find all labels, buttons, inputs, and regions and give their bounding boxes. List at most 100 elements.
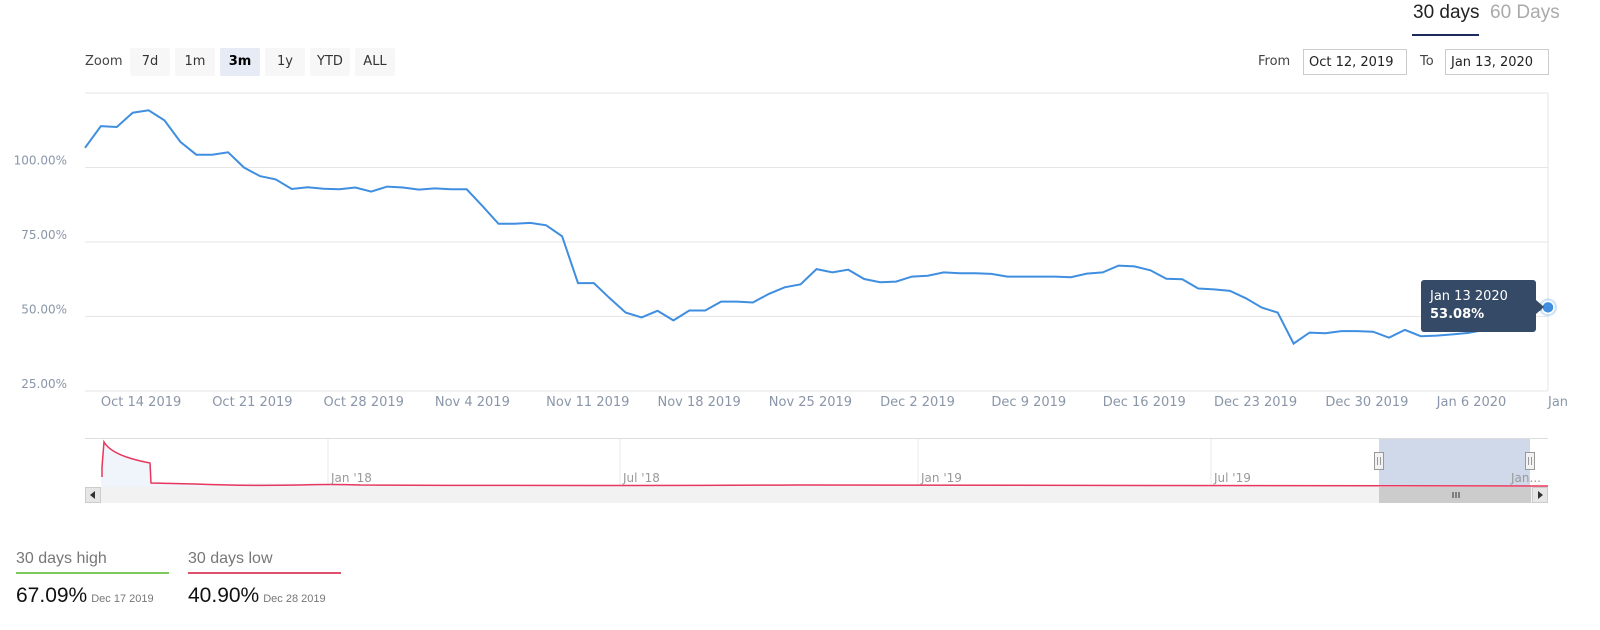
data-point[interactable] [174,136,186,148]
data-point[interactable] [111,121,123,133]
navigator-label: Jul '19 [1213,471,1251,485]
y-tick-label: 100.00% [14,154,67,168]
data-point[interactable] [79,142,91,154]
data-point[interactable] [1288,338,1300,350]
scrollbar-thumb[interactable] [1379,487,1531,503]
data-point[interactable] [492,218,504,230]
data-point[interactable] [1303,327,1315,339]
data-point[interactable] [1319,327,1331,339]
data-point[interactable] [413,184,425,196]
data-point[interactable] [127,107,139,119]
data-point[interactable] [286,183,298,195]
data-point[interactable] [604,292,616,304]
data-point[interactable] [1272,307,1284,319]
data-point[interactable] [1208,283,1220,295]
data-point[interactable] [365,186,377,198]
data-point[interactable] [270,173,282,185]
data-point[interactable] [1033,271,1045,283]
data-point[interactable] [302,181,314,193]
data-point[interactable] [683,305,695,317]
data-point[interactable] [906,271,918,283]
data-point[interactable] [222,146,234,158]
data-point[interactable] [1065,271,1077,283]
data-point[interactable] [620,307,632,319]
data-point[interactable] [1176,273,1188,285]
y-axis-labels: 100.00% 75.00% 50.00% 25.00% [14,154,67,392]
data-point[interactable] [1129,260,1141,272]
data-point[interactable] [556,230,568,242]
data-point[interactable] [842,264,854,276]
data-point[interactable] [779,281,791,293]
data-point[interactable] [445,183,457,195]
data-point[interactable] [333,183,345,195]
data-point[interactable] [985,268,997,280]
data-point[interactable] [540,219,552,231]
data-point[interactable] [95,120,107,132]
data-point[interactable] [795,278,807,290]
scrollbar-track[interactable] [85,487,1548,503]
navigator-right-handle[interactable] [1525,452,1535,470]
data-point[interactable] [254,170,266,182]
data-point[interactable] [1256,302,1268,314]
data-point[interactable] [1049,271,1061,283]
tooltip-value: 53.08% [1430,307,1485,323]
navigator[interactable]: Jan '18 Jul '18 Jan '19 Jul '19 Jan... [0,430,1600,510]
data-point[interactable] [763,288,775,300]
data-point[interactable] [731,296,743,308]
data-point[interactable] [636,311,648,323]
data-point[interactable] [429,182,441,194]
data-point[interactable] [1192,282,1204,294]
data-point[interactable] [1383,332,1395,344]
data-point[interactable] [826,266,838,278]
data-point[interactable] [970,267,982,279]
data-point[interactable] [1081,268,1093,280]
data-point[interactable] [461,183,473,195]
data-point[interactable] [699,305,711,317]
data-point[interactable] [1351,325,1363,337]
data-point[interactable] [159,114,171,126]
data-point[interactable] [588,277,600,289]
data-point[interactable] [572,277,584,289]
data-point[interactable] [206,149,218,161]
navigator-selected-range[interactable] [1379,439,1530,487]
data-point[interactable] [1113,260,1125,272]
data-point[interactable] [667,314,679,326]
data-point[interactable] [1160,273,1172,285]
data-point[interactable] [922,270,934,282]
data-point[interactable] [381,181,393,193]
data-point[interactable] [318,183,330,195]
series-line[interactable] [84,109,1549,346]
data-point[interactable] [1001,271,1013,283]
data-point[interactable] [747,296,759,308]
main-chart[interactable]: 100.00%75.00%50.00%25.00% Oct 14 2019 Oct… [0,0,1600,430]
data-point[interactable] [1335,325,1347,337]
navigator-left-handle[interactable] [1374,452,1384,470]
data-point[interactable] [397,181,409,193]
data-point[interactable] [1224,285,1236,297]
data-point[interactable] [477,200,489,212]
x-tick-label: Nov 4 2019 [435,395,510,410]
data-point[interactable] [1240,292,1252,304]
data-point[interactable] [938,266,950,278]
low-date: Dec 28 2019 [263,593,326,605]
data-point[interactable] [349,181,361,193]
data-point[interactable] [651,305,663,317]
data-point[interactable] [811,263,823,275]
data-point[interactable] [890,276,902,288]
data-point[interactable] [858,273,870,285]
data-point[interactable] [143,104,155,116]
data-point[interactable] [1017,271,1029,283]
data-point[interactable] [508,218,520,230]
data-point[interactable] [190,149,202,161]
data-point[interactable] [715,296,727,308]
low-value: 40.90% [188,584,260,607]
data-point[interactable] [954,267,966,279]
data-point[interactable] [1399,324,1411,336]
data-point[interactable] [874,276,886,288]
data-point[interactable] [1097,266,1109,278]
data-point[interactable] [524,217,536,229]
data-point[interactable] [238,162,250,174]
y-tick-label: 25.00% [21,377,67,391]
data-point[interactable] [1144,264,1156,276]
data-point[interactable] [1367,326,1379,338]
